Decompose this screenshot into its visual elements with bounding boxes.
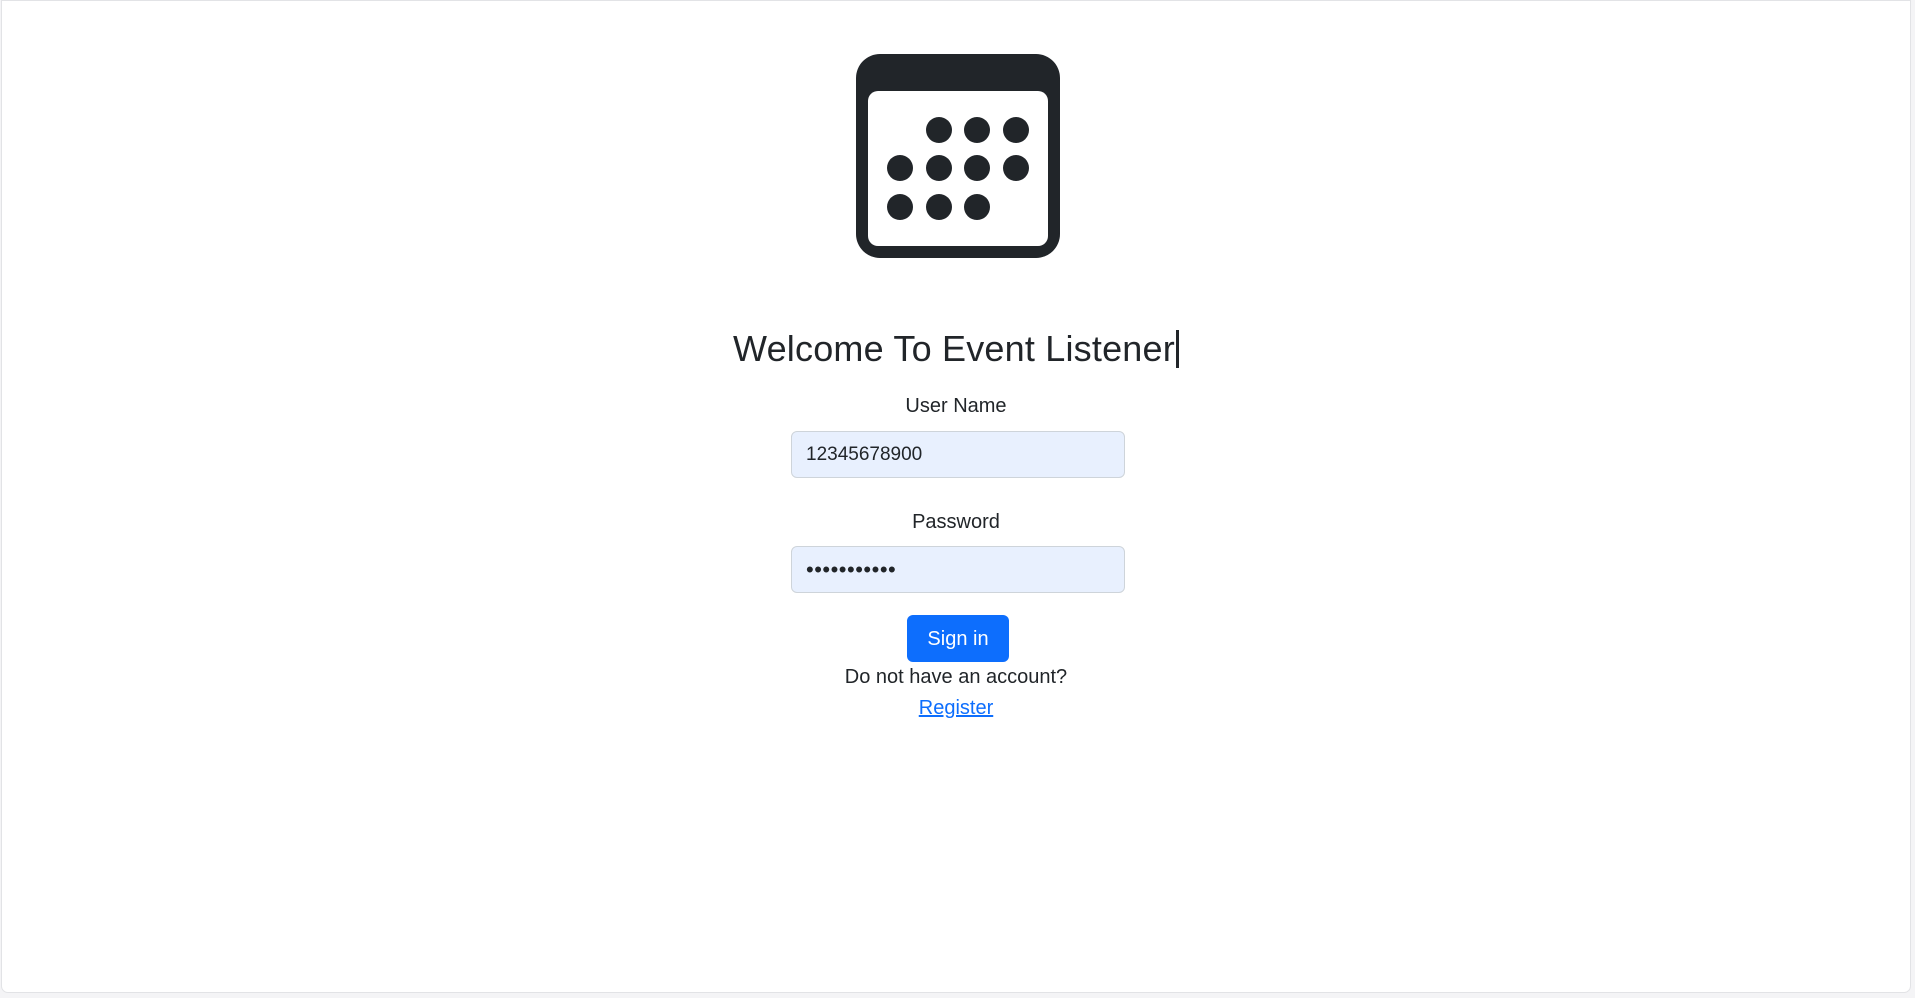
text-cursor	[1175, 330, 1179, 368]
no-account-prompt: Do not have an account?	[844, 666, 1068, 688]
register-link[interactable]: Register	[919, 697, 993, 719]
sign-in-button[interactable]: Sign in	[907, 615, 1009, 662]
username-label: User Name	[905, 395, 1007, 417]
password-label: Password	[912, 511, 1000, 533]
username-input[interactable]: 12345678900	[791, 431, 1125, 478]
calendar-icon	[856, 54, 1060, 258]
password-input[interactable]: •••••••••••	[791, 546, 1125, 593]
page-title-text: Welcome To Event Listener	[733, 328, 1175, 369]
register-link-row: Register	[2, 697, 1910, 720]
app-window: Welcome To Event Listener User Name 1234…	[1, 0, 1911, 993]
page-title: Welcome To Event Listener	[2, 328, 1910, 370]
